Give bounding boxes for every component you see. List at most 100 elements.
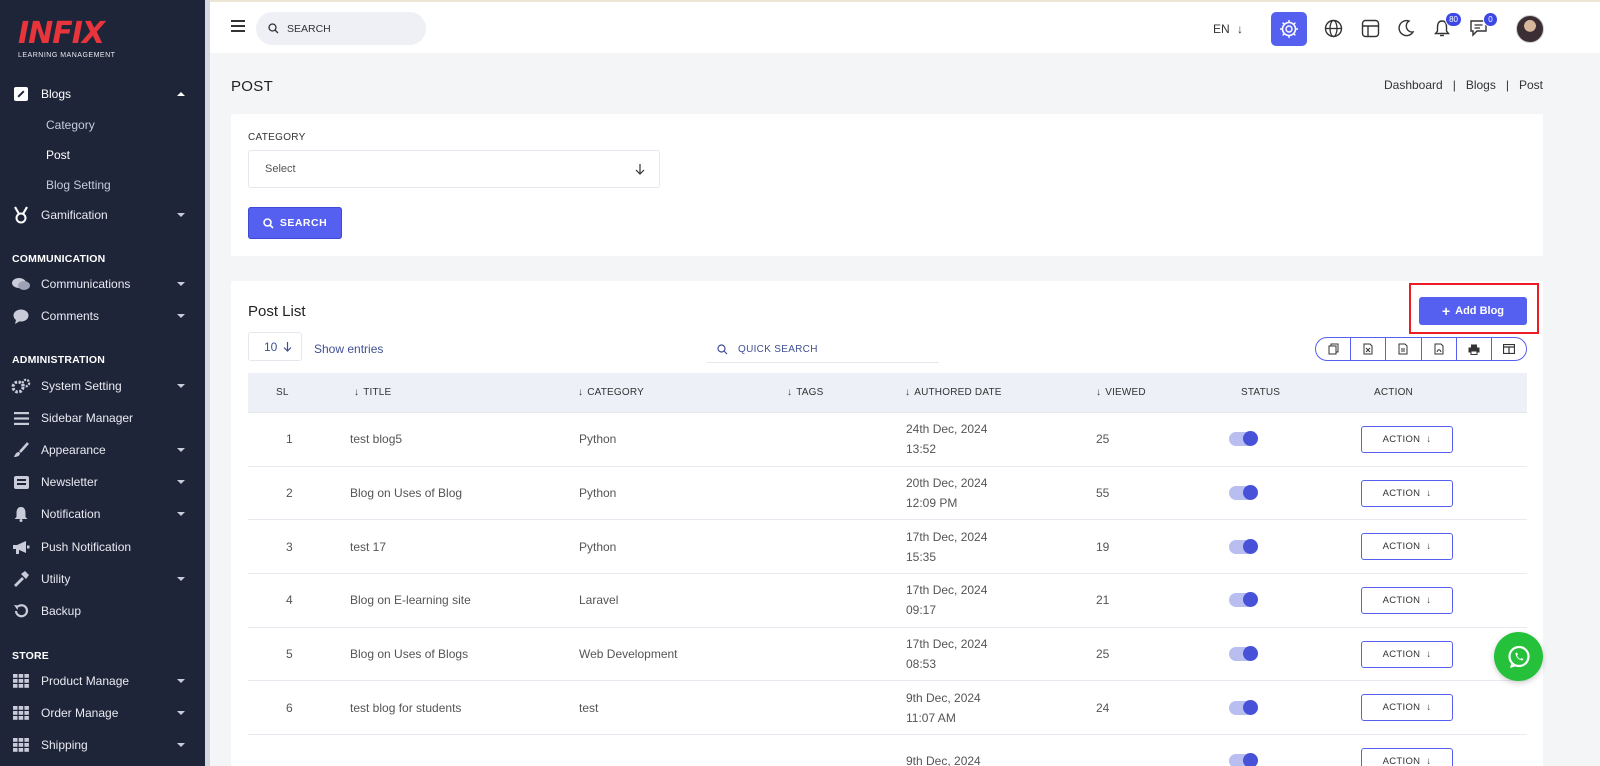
sidebar-item-communications[interactable]: Communications bbox=[0, 271, 205, 297]
notifications-button[interactable]: 80 bbox=[1430, 12, 1462, 40]
quick-search[interactable] bbox=[707, 336, 939, 363]
sidebar-item-label: Newsletter bbox=[41, 475, 98, 489]
sidebar-item-system-setting[interactable]: System Setting bbox=[0, 373, 205, 399]
sort-arrow-icon: ↓ bbox=[1096, 387, 1102, 398]
menu-toggle-icon[interactable] bbox=[231, 20, 245, 35]
time-text: 08:53 bbox=[906, 657, 937, 672]
cell-viewed: 21 bbox=[1096, 593, 1110, 608]
cell-action: ACTION ↓ bbox=[1361, 413, 1453, 466]
excel-export-button[interactable] bbox=[1351, 338, 1387, 360]
column-header-title[interactable]: ↓ TITLE bbox=[354, 387, 391, 398]
column-header-sl[interactable]: SL bbox=[276, 387, 289, 398]
messages-button[interactable]: 0 bbox=[1466, 12, 1498, 40]
brand-logo[interactable]: INFIX LEARNING MANAGEMENT bbox=[18, 18, 115, 60]
globe-button[interactable] bbox=[1321, 16, 1345, 40]
sidebar-item-label: Gamification bbox=[41, 208, 108, 222]
copy-button[interactable] bbox=[1316, 338, 1352, 360]
breadcrumb-blogs[interactable]: Blogs bbox=[1466, 78, 1496, 92]
language-selector[interactable]: EN ↓ bbox=[1213, 22, 1243, 36]
action-dropdown-button[interactable]: ACTION ↓ bbox=[1361, 479, 1453, 507]
sidebar-item-push-notification[interactable]: Push Notification bbox=[0, 534, 205, 560]
user-avatar[interactable] bbox=[1516, 15, 1544, 43]
search-icon bbox=[268, 23, 279, 34]
action-dropdown-button[interactable]: ACTION ↓ bbox=[1361, 747, 1453, 766]
caret-down-icon bbox=[177, 314, 185, 318]
date-text: 17th Dec, 2024 bbox=[906, 583, 988, 598]
sidebar-item-shipping[interactable]: Shipping bbox=[0, 732, 205, 758]
column-header-category[interactable]: ↓ CATEGORY bbox=[578, 387, 644, 398]
sidebar-item-blogs[interactable]: Blogs bbox=[0, 81, 205, 107]
sidebar-subitem-category[interactable]: Category bbox=[46, 118, 95, 132]
sidebar-item-notification[interactable]: Notification bbox=[0, 501, 205, 527]
sidebar-item-gamification[interactable]: Gamification bbox=[0, 202, 205, 228]
dark-mode-button[interactable] bbox=[1394, 16, 1418, 40]
status-toggle[interactable] bbox=[1229, 592, 1258, 608]
action-dropdown-button[interactable]: ACTION ↓ bbox=[1361, 425, 1453, 453]
caret-down-icon bbox=[177, 282, 185, 286]
globe-icon bbox=[1324, 19, 1342, 37]
action-dropdown-button[interactable]: ACTION ↓ bbox=[1361, 533, 1453, 561]
entries-per-page-select[interactable]: 10 bbox=[248, 332, 302, 361]
sidebar-item-utility[interactable]: Utility bbox=[0, 566, 205, 592]
status-toggle[interactable] bbox=[1229, 699, 1258, 715]
status-toggle[interactable] bbox=[1229, 646, 1258, 662]
category-select[interactable]: Select bbox=[248, 150, 660, 188]
pdf-export-button[interactable] bbox=[1422, 338, 1457, 360]
sidebar-item-comments[interactable]: Comments bbox=[0, 303, 205, 329]
column-visibility-button[interactable] bbox=[1492, 338, 1526, 360]
grid-icon bbox=[11, 736, 31, 754]
status-toggle[interactable] bbox=[1229, 431, 1258, 447]
column-label: TITLE bbox=[363, 387, 392, 398]
sidebar-scrollbar[interactable] bbox=[205, 590, 210, 766]
status-toggle[interactable] bbox=[1229, 753, 1258, 766]
add-blog-button[interactable]: + Add Blog bbox=[1419, 297, 1527, 325]
grid-icon bbox=[11, 704, 31, 722]
column-label: VIEWED bbox=[1105, 387, 1146, 398]
settings-chip-button[interactable] bbox=[1271, 12, 1307, 46]
sidebar-item-product-manage[interactable]: Product Manage bbox=[0, 668, 205, 694]
cell-viewed: 19 bbox=[1096, 539, 1110, 554]
layout-button[interactable] bbox=[1358, 16, 1382, 40]
sidebar-item-appearance[interactable]: Appearance bbox=[0, 437, 205, 463]
sort-arrow-icon: ↓ bbox=[787, 387, 793, 398]
breadcrumb-dashboard[interactable]: Dashboard bbox=[1384, 78, 1443, 92]
column-label: CATEGORY bbox=[587, 387, 644, 398]
sidebar-item-backup[interactable]: Backup bbox=[0, 598, 205, 624]
column-header-authored-date[interactable]: ↓ AUTHORED DATE bbox=[905, 387, 1002, 398]
chat-bubbles-icon bbox=[11, 275, 31, 293]
csv-export-button[interactable] bbox=[1386, 338, 1422, 360]
sidebar-subitem-blog-setting[interactable]: Blog Setting bbox=[46, 178, 111, 192]
cell-sl: 6 bbox=[286, 700, 293, 715]
column-header-tags[interactable]: ↓ TAGS bbox=[787, 387, 824, 398]
sidebar-subitem-post[interactable]: Post bbox=[46, 148, 70, 162]
sidebar-item-order-manage[interactable]: Order Manage bbox=[0, 700, 205, 726]
cell-viewed: 24 bbox=[1096, 700, 1110, 715]
global-search-input[interactable] bbox=[287, 22, 407, 35]
print-button[interactable] bbox=[1457, 338, 1492, 360]
arrow-down-icon bbox=[635, 163, 645, 178]
action-dropdown-button[interactable]: ACTION ↓ bbox=[1361, 694, 1453, 722]
cell-viewed: 25 bbox=[1096, 647, 1110, 662]
action-dropdown-button[interactable]: ACTION ↓ bbox=[1361, 586, 1453, 614]
sidebar-item-sidebar-manager[interactable]: Sidebar Manager bbox=[0, 405, 205, 431]
sidebar-item-label: Backup bbox=[41, 604, 82, 618]
column-label: SL bbox=[276, 387, 289, 398]
cell-viewed: 55 bbox=[1096, 486, 1110, 501]
table-body: 1 test blog5 Python 25 24th Dec, 2024 13:52 AC… bbox=[248, 413, 1527, 766]
action-dropdown-button[interactable]: ACTION ↓ bbox=[1361, 640, 1453, 668]
whatsapp-chat-button[interactable] bbox=[1494, 632, 1543, 681]
quick-search-input[interactable] bbox=[738, 343, 870, 355]
message-count-badge: 0 bbox=[1483, 12, 1498, 27]
search-button[interactable]: SEARCH bbox=[248, 207, 342, 239]
printer-icon bbox=[1468, 344, 1480, 355]
table-row: 6 test blog for students test 24 9th Dec, 20… bbox=[248, 681, 1527, 736]
sidebar-item-newsletter[interactable]: Newsletter bbox=[0, 469, 205, 495]
table-row: 2 Blog on Uses of Blog Python 55 20th Dec, 2… bbox=[248, 467, 1527, 521]
status-toggle[interactable] bbox=[1229, 485, 1258, 501]
status-toggle[interactable] bbox=[1229, 538, 1258, 554]
arrow-down-icon: ↓ bbox=[1426, 541, 1432, 553]
action-label: ACTION bbox=[1382, 487, 1421, 499]
global-search[interactable] bbox=[256, 12, 426, 45]
sidebar-item-label: Shipping bbox=[41, 738, 88, 752]
column-header-viewed[interactable]: ↓ VIEWED bbox=[1096, 387, 1146, 398]
